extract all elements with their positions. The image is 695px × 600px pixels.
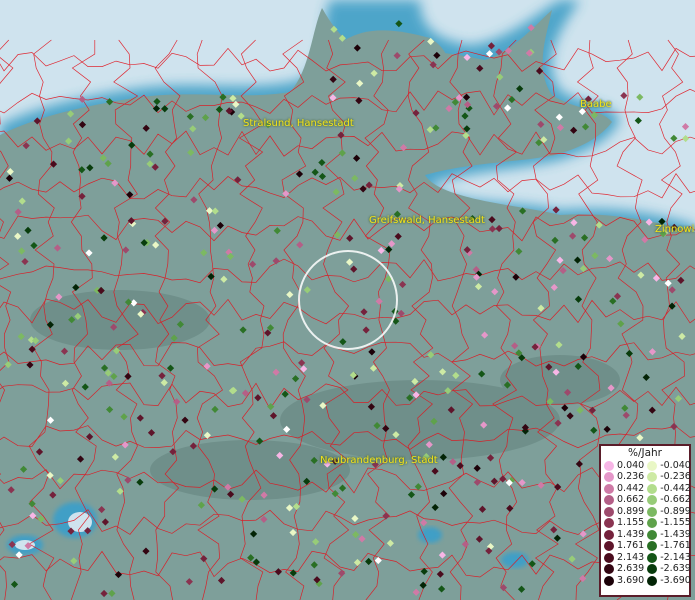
legend-row: 2.143: [601, 552, 644, 564]
legend-row: 1.439: [601, 529, 644, 541]
legend-value: 0.040: [617, 459, 645, 471]
legend-value: -1.761: [660, 540, 691, 552]
legend-positive-column: 0.040 0.236 0.442 0.662 0.899 1.155 1.439 1.761…: [601, 460, 644, 587]
legend-swatch: [647, 483, 658, 494]
legend-value: 0.899: [617, 505, 645, 517]
legend-value: 0.236: [617, 471, 645, 483]
legend-value: -0.899: [660, 505, 691, 517]
legend-swatch: [647, 529, 658, 540]
legend-swatch: [604, 575, 614, 586]
legend-row: -2.143: [644, 551, 691, 564]
legend-value: -1.155: [660, 517, 691, 529]
legend-swatch: [604, 552, 614, 563]
legend-value: -1.439: [660, 528, 691, 540]
legend-row: -1.761: [644, 540, 691, 553]
legend-value: 2.143: [617, 551, 645, 563]
legend-swatch: [647, 495, 658, 506]
legend-swatch: [647, 564, 658, 575]
legend-value: -2.143: [660, 551, 691, 563]
legend-value: 0.662: [617, 494, 645, 506]
legend-value: -3.690: [660, 574, 691, 586]
legend-row: -3.690: [644, 574, 691, 587]
legend-row: -2.639: [644, 563, 691, 576]
map-canvas[interactable]: [0, 0, 695, 600]
legend-row: 0.040: [601, 460, 644, 472]
legend-value: 1.439: [617, 528, 645, 540]
legend-value: -0.442: [660, 482, 691, 494]
legend-swatch: [647, 460, 658, 471]
legend: %/Jahr 0.040 0.236 0.442 0.662 0.899 1.155 1.4…: [599, 444, 691, 597]
legend-row: 2.639: [601, 564, 644, 576]
legend-swatch: [604, 460, 614, 471]
legend-swatch: [647, 541, 658, 552]
legend-row: -0.899: [644, 505, 691, 518]
legend-row: 3.690: [601, 575, 644, 587]
legend-swatch: [647, 518, 658, 529]
legend-swatch: [604, 472, 614, 483]
legend-value: 0.442: [617, 482, 645, 494]
place-label-baabe[interactable]: Baabe: [580, 99, 612, 110]
legend-row: 1.155: [601, 518, 644, 530]
legend-value: -0.662: [660, 494, 691, 506]
legend-swatch: [604, 564, 614, 575]
legend-row: -0.442: [644, 482, 691, 495]
legend-row: -0.236: [644, 471, 691, 484]
legend-value: -0.040: [660, 459, 691, 471]
legend-row: -0.040: [644, 459, 691, 472]
legend-swatch: [647, 575, 658, 586]
legend-swatch: [604, 506, 614, 517]
legend-swatch: [604, 483, 614, 494]
legend-value: 2.639: [617, 563, 645, 575]
legend-value: 1.155: [617, 517, 645, 529]
legend-negative-column: -0.040 -0.236 -0.442 -0.662 -0.899 -1.155 -1.4…: [644, 459, 691, 587]
legend-row: -0.662: [644, 494, 691, 507]
legend-swatch: [647, 552, 658, 563]
place-label-zinnowitz[interactable]: Zinnowi: [655, 224, 694, 235]
legend-row: -1.439: [644, 528, 691, 541]
legend-swatch: [647, 472, 658, 483]
legend-swatch: [604, 529, 614, 540]
legend-swatch: [647, 506, 658, 517]
legend-value: 1.761: [617, 540, 645, 552]
legend-value: -2.639: [660, 563, 691, 575]
place-label-stralsund[interactable]: Stralsund, Hansestadt: [243, 118, 354, 129]
legend-unit: %/Jahr: [627, 447, 663, 459]
legend-swatch: [604, 541, 614, 552]
legend-row: 0.236: [601, 472, 644, 484]
legend-row: 0.662: [601, 495, 644, 507]
legend-row: 0.442: [601, 483, 644, 495]
legend-value: -0.236: [660, 471, 691, 483]
legend-row: 1.761: [601, 541, 644, 553]
legend-swatch: [604, 518, 614, 529]
legend-row: 0.899: [601, 506, 644, 518]
legend-row: -1.155: [644, 517, 691, 530]
place-label-neubrandenburg[interactable]: Neubrandenburg, Stadt: [320, 455, 438, 466]
place-label-greifswald[interactable]: Greifswald, Hansestadt: [369, 215, 485, 226]
legend-swatch: [604, 495, 614, 506]
legend-value: 3.690: [617, 574, 645, 586]
